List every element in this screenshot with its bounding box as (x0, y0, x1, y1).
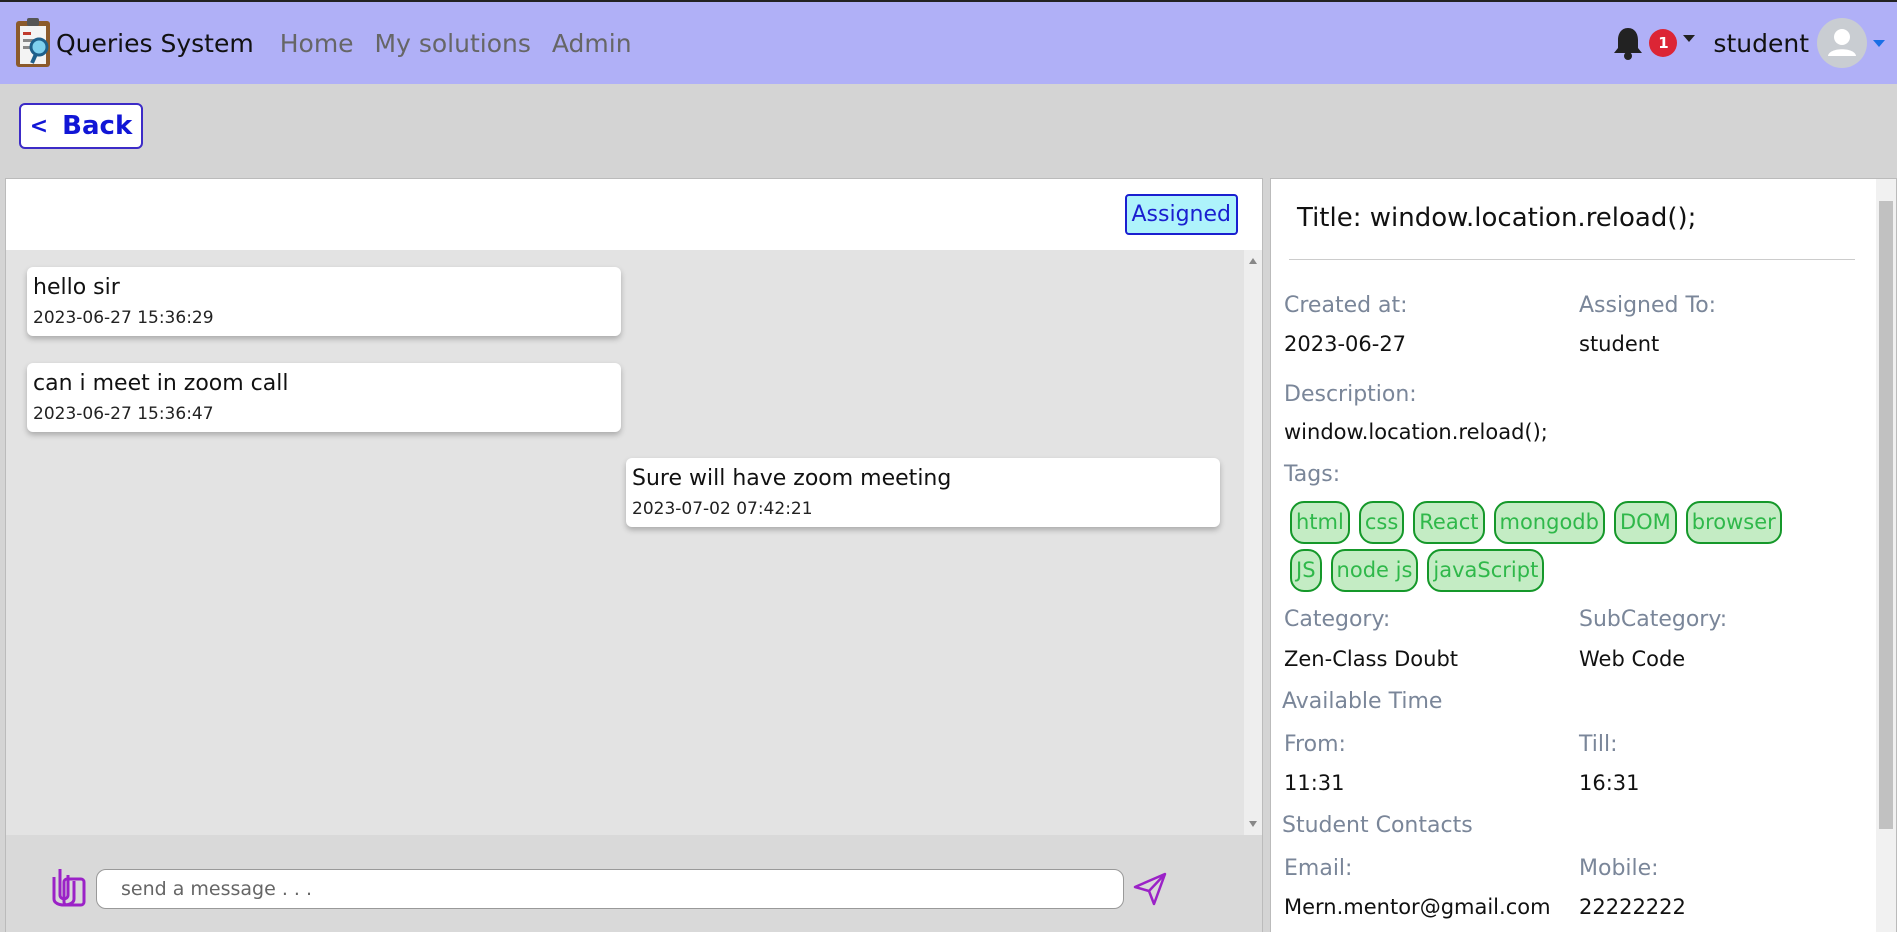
nav-link-home[interactable]: Home (280, 29, 354, 58)
tag: browser (1685, 501, 1782, 544)
chat-panel: Assigned hello sir 2023-06-27 15:36:29 c… (5, 178, 1263, 932)
brand[interactable]: Queries System (14, 17, 254, 69)
tag: html (1290, 501, 1350, 544)
assigned-value: student (1579, 332, 1660, 356)
tag: JS (1290, 549, 1322, 592)
query-title: Title: window.location.reload(); (1297, 203, 1697, 233)
navbar: Queries System Home My solutions Admin 1… (0, 0, 1897, 84)
message-bubble: can i meet in zoom call 2023-06-27 15:36… (27, 363, 621, 432)
details-scrollbar[interactable] (1876, 179, 1896, 932)
tag: DOM (1613, 501, 1677, 544)
description-label: Description: (1284, 382, 1417, 407)
from-value: 11:31 (1284, 771, 1345, 795)
chat-header: Assigned (6, 179, 1262, 250)
mobile-label: Mobile: (1579, 856, 1659, 881)
email-label: Email: (1284, 856, 1353, 881)
created-value: 2023-06-27 (1284, 332, 1407, 356)
notification-badge[interactable]: 1 (1649, 29, 1678, 57)
avatar-icon[interactable] (1817, 18, 1867, 68)
brand-name: Queries System (56, 28, 254, 58)
message-input[interactable] (96, 869, 1124, 909)
scroll-up-icon[interactable] (1249, 258, 1257, 264)
tags-list: html css React mongodb DOM browser JS no… (1290, 501, 1830, 597)
message-text: hello sir (33, 275, 120, 300)
messages-area[interactable]: hello sir 2023-06-27 15:36:29 can i meet… (6, 250, 1262, 835)
scroll-down-icon[interactable] (1249, 821, 1257, 827)
subcategory-label: SubCategory: (1579, 607, 1728, 632)
tags-label: Tags: (1284, 462, 1341, 487)
description-value: window.location.reload(); (1284, 420, 1548, 444)
message-composer (6, 835, 1262, 932)
message-time: 2023-06-27 15:36:47 (33, 404, 214, 424)
back-button[interactable]: < Back (19, 103, 143, 149)
bell-icon[interactable] (1611, 25, 1645, 61)
tag: javaScript (1427, 549, 1545, 592)
assigned-label: Assigned To: (1579, 293, 1717, 318)
back-arrow: < (29, 113, 49, 139)
email-value: Mern.mentor@gmail.com (1284, 895, 1551, 919)
user-name[interactable]: student (1713, 29, 1809, 58)
tag: node js (1330, 549, 1419, 592)
subcategory-value: Web Code (1579, 647, 1686, 671)
user-menu-chevron-icon[interactable] (1873, 39, 1885, 47)
chevron-down-icon[interactable] (1683, 34, 1696, 42)
tag: React (1413, 501, 1485, 544)
send-icon[interactable] (1132, 871, 1168, 907)
nav-link-my-solutions[interactable]: My solutions (375, 29, 531, 58)
till-value: 16:31 (1579, 771, 1640, 795)
category-label: Category: (1284, 607, 1391, 632)
message-text: Sure will have zoom meeting (632, 466, 952, 491)
query-details-panel: Title: window.location.reload(); Created… (1270, 178, 1897, 932)
message-text: can i meet in zoom call (33, 371, 289, 396)
available-time-label: Available Time (1282, 689, 1443, 714)
status-badge: Assigned (1124, 194, 1238, 235)
nav-right: 1 student (1611, 2, 1885, 84)
tag: mongodb (1493, 501, 1605, 544)
student-contacts-label: Student Contacts (1282, 813, 1473, 838)
category-value: Zen-Class Doubt (1284, 647, 1459, 671)
mobile-value: 22222222 (1579, 895, 1686, 919)
messages-scrollbar[interactable] (1244, 250, 1262, 835)
divider (1289, 259, 1855, 260)
details-scroll-thumb[interactable] (1879, 201, 1893, 829)
attach-icon[interactable] (46, 865, 88, 909)
nav-link-admin[interactable]: Admin (552, 29, 632, 58)
from-label: From: (1284, 732, 1346, 757)
nav-links: Home My solutions Admin (280, 29, 653, 58)
till-label: Till: (1579, 732, 1618, 757)
message-time: 2023-07-02 07:42:21 (632, 499, 813, 519)
message-bubble: Sure will have zoom meeting 2023-07-02 0… (626, 458, 1220, 527)
back-label: Back (62, 111, 133, 141)
message-bubble: hello sir 2023-06-27 15:36:29 (27, 267, 621, 336)
tag: css (1358, 501, 1405, 544)
message-time: 2023-06-27 15:36:29 (33, 308, 214, 328)
app-logo-icon (14, 17, 54, 69)
created-label: Created at: (1284, 293, 1408, 318)
